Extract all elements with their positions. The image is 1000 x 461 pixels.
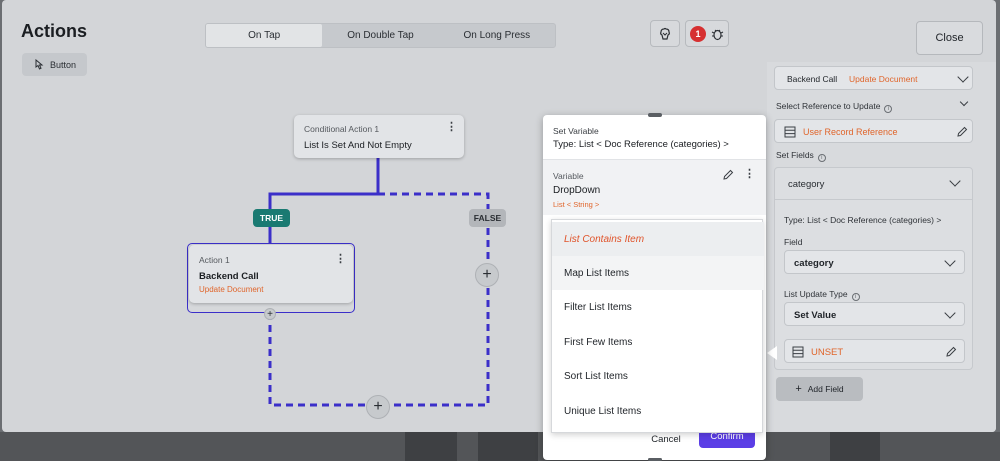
- list-update-type-select[interactable]: Set Value: [784, 302, 965, 326]
- chevron-down-icon: [957, 71, 969, 83]
- kebab-menu-icon[interactable]: ⋮: [335, 254, 346, 265]
- dropdown-item-sort-list-items[interactable]: Sort List Items: [552, 359, 764, 393]
- resize-handle[interactable]: [648, 113, 662, 117]
- list-update-type-value: Set Value: [794, 310, 837, 321]
- backend-call-label: Backend Call: [787, 74, 838, 84]
- edit-icon[interactable]: [956, 126, 968, 138]
- field-label: Field: [784, 237, 803, 247]
- dropdown-item-unique-list-items[interactable]: Unique List Items: [552, 394, 764, 428]
- true-branch-label: TRUE: [253, 209, 290, 227]
- false-branch-label: FALSE: [469, 209, 506, 227]
- kebab-menu-icon[interactable]: ⋮: [446, 122, 457, 133]
- popover-pointer: [767, 346, 777, 360]
- info-icon: i: [884, 105, 893, 113]
- variable-row[interactable]: Variable DropDown List < String > ⋮: [543, 160, 766, 215]
- dropdown-item-first-few-items[interactable]: First Few Items: [552, 325, 764, 359]
- list-operation-dropdown: List Contains Item Map List Items Filter…: [551, 219, 764, 433]
- dropdown-item-map-list-items[interactable]: Map List Items: [552, 256, 764, 290]
- action-title: Backend Call: [199, 271, 259, 282]
- dropdown-item-filter-list-items[interactable]: Filter List Items: [552, 290, 764, 324]
- backend-call-value: Update Document: [849, 74, 918, 84]
- chevron-down-icon: [949, 175, 961, 187]
- edit-icon[interactable]: [945, 346, 957, 358]
- reference-value: User Record Reference: [803, 127, 898, 137]
- set-variable-type: Type: List < Doc Reference (categories) …: [553, 139, 729, 150]
- field-group-value: category: [788, 179, 825, 190]
- edit-icon[interactable]: [722, 169, 734, 181]
- variable-type: List < String >: [553, 200, 600, 209]
- info-icon: i: [817, 154, 826, 162]
- unset-value-field[interactable]: UNSET: [784, 339, 965, 363]
- field-group-card: category Type: List < Doc Reference (cat…: [774, 167, 973, 370]
- field-type-text: Type: List < Doc Reference (categories) …: [784, 215, 942, 225]
- chevron-down-icon: [944, 307, 956, 319]
- field-select-value: category: [794, 258, 834, 269]
- field-select[interactable]: category: [784, 250, 965, 274]
- select-reference-label: Select Reference to Update i: [776, 101, 893, 113]
- dropdown-item-list-contains-item[interactable]: List Contains Item: [552, 222, 764, 256]
- variable-name: DropDown: [553, 185, 601, 196]
- database-icon: [792, 346, 804, 358]
- actions-dialog: Actions On Tap On Double Tap On Long Pre…: [2, 0, 996, 432]
- field-group-header[interactable]: category: [775, 168, 972, 200]
- add-next-action-icon[interactable]: +: [366, 395, 390, 419]
- add-field-label: Add Field: [807, 384, 844, 394]
- backend-call-action-node[interactable]: Action 1 Backend Call Update Document ⋮: [189, 245, 353, 303]
- background-strip: [0, 432, 1000, 461]
- action-subtitle: Action 1: [199, 255, 230, 265]
- kebab-menu-icon[interactable]: ⋮: [744, 169, 755, 180]
- reference-field[interactable]: User Record Reference: [774, 119, 973, 143]
- list-update-type-label: List Update Type i: [784, 289, 860, 301]
- conditional-action-title: List Is Set And Not Empty: [304, 140, 412, 151]
- backend-call-select[interactable]: Backend Call Update Document: [774, 66, 973, 90]
- database-icon: [784, 126, 796, 138]
- add-false-action-icon[interactable]: +: [475, 263, 499, 287]
- add-action-icon[interactable]: +: [264, 308, 276, 320]
- add-field-button[interactable]: + Add Field: [776, 377, 863, 401]
- chevron-down-icon[interactable]: [959, 97, 969, 107]
- conditional-action-node[interactable]: Conditional Action 1 List Is Set And Not…: [294, 115, 464, 158]
- set-fields-label: Set Fields i: [776, 150, 826, 162]
- chevron-down-icon: [944, 255, 956, 267]
- info-icon: i: [851, 293, 860, 301]
- conditional-action-subtitle: Conditional Action 1: [304, 124, 380, 134]
- action-detail: Update Document: [199, 285, 264, 294]
- variable-label: Variable: [553, 171, 584, 181]
- plus-icon: +: [795, 383, 802, 395]
- set-variable-header: Set Variable: [553, 126, 599, 136]
- unset-value: UNSET: [811, 347, 844, 358]
- backend-call-config-panel: Backend Call Update Document Select Refe…: [767, 62, 996, 432]
